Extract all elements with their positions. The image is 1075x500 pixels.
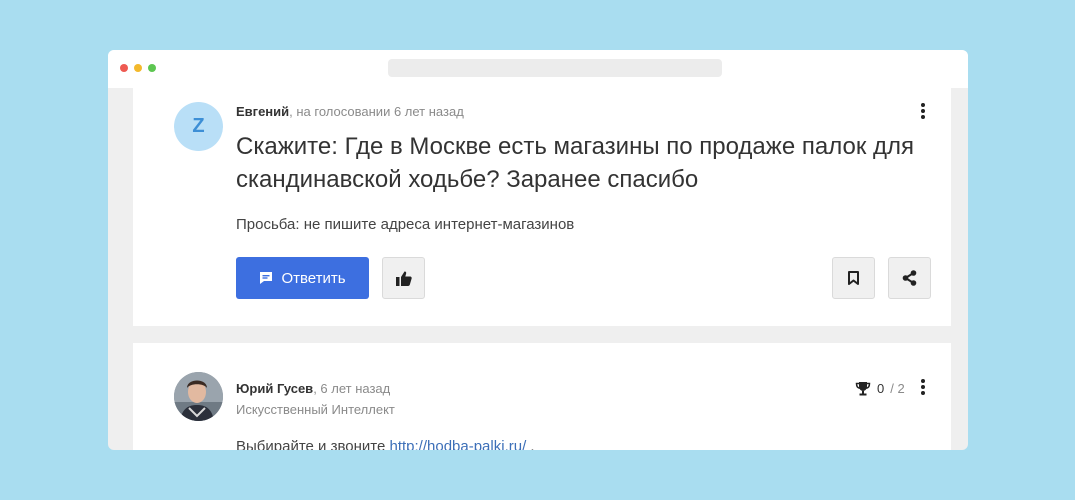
- answer-link[interactable]: http://hodba-palki.ru/: [389, 438, 526, 450]
- bookmark-button[interactable]: [832, 257, 875, 299]
- share-icon: [902, 270, 917, 286]
- answer-score[interactable]: 0 / 2: [855, 381, 905, 396]
- answer-author-name[interactable]: Юрий Гусев: [236, 381, 313, 396]
- address-bar[interactable]: [388, 59, 722, 77]
- answer-author-rank: Искусственный Интеллект: [236, 402, 395, 417]
- question-title: Скажите: Где в Москве есть магазины по п…: [236, 133, 914, 193]
- minimize-window-dot[interactable]: [134, 64, 142, 72]
- browser-window: Z Евгений, на голосовании 6 лет назад Ск…: [108, 50, 968, 450]
- score-value: 0: [877, 381, 885, 396]
- question-author-avatar[interactable]: Z: [174, 102, 223, 151]
- answer-meta: Юрий Гусев, 6 лет назад: [236, 381, 390, 396]
- question-body: Просьба: не пишите адреса интернет-магаз…: [236, 216, 575, 233]
- thumbs-up-icon: [395, 271, 412, 286]
- reply-button[interactable]: Ответить: [236, 257, 369, 299]
- answer-body: Выбирайте и звоните http://hodba-palki.r…: [236, 438, 535, 450]
- bookmark-icon: [848, 271, 859, 285]
- more-vertical-icon: [921, 379, 925, 395]
- reply-button-label: Ответить: [281, 269, 346, 287]
- more-vertical-icon: [921, 103, 925, 119]
- chat-bubble-icon: [260, 272, 273, 284]
- user-photo: [174, 372, 223, 421]
- score-total: / 2: [890, 381, 905, 396]
- question-more-menu[interactable]: [915, 102, 931, 120]
- answer-text: Выбирайте и звоните: [236, 438, 390, 450]
- close-window-dot[interactable]: [120, 64, 128, 72]
- question-meta-text: , на голосовании 6 лет назад: [289, 104, 464, 119]
- avatar-letter: Z: [192, 115, 205, 137]
- answer-more-menu[interactable]: [915, 378, 931, 396]
- answer-card: Юрий Гусев, 6 лет назад Искусственный Ин…: [133, 343, 951, 450]
- answer-author-avatar[interactable]: [174, 372, 223, 421]
- browser-titlebar: [108, 50, 968, 88]
- answer-text-end: .: [526, 438, 535, 450]
- maximize-window-dot[interactable]: [148, 64, 156, 72]
- like-button[interactable]: [382, 257, 425, 299]
- question-meta: Евгений, на голосовании 6 лет назад: [236, 104, 464, 119]
- share-button[interactable]: [888, 257, 931, 299]
- trophy-icon: [855, 382, 871, 396]
- answer-meta-text: , 6 лет назад: [313, 381, 391, 396]
- question-card: Z Евгений, на голосовании 6 лет назад Ск…: [133, 88, 951, 326]
- question-author-name[interactable]: Евгений: [236, 104, 289, 119]
